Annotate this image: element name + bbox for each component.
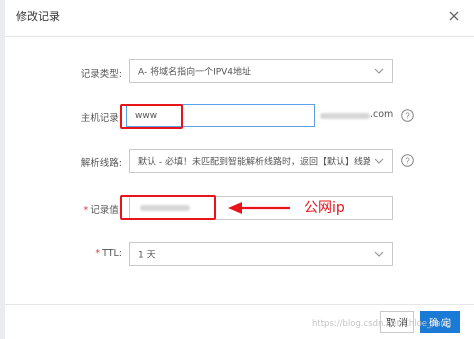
footer-divider — [5, 304, 474, 305]
required-mark: * — [95, 248, 101, 259]
arrow-left-icon — [228, 202, 290, 214]
close-icon[interactable] — [447, 9, 461, 23]
backdrop-overlay — [0, 0, 5, 339]
title-divider — [5, 36, 474, 37]
ttl-label: * TTL: — [50, 248, 122, 259]
chevron-down-icon — [374, 158, 384, 164]
line-label: 解析线路: — [80, 158, 122, 169]
host-highlight-box — [120, 104, 183, 129]
record-type-select[interactable]: A- 将域名指向一个IPV4地址 — [129, 59, 393, 83]
chevron-down-icon — [374, 68, 384, 74]
required-mark: * — [83, 205, 89, 216]
host-record-label: 主机记录: — [80, 113, 122, 124]
dialog-title: 修改记录 — [16, 10, 60, 23]
public-ip-annotation: 公网ip — [304, 200, 345, 216]
ttl-label-text: TTL: — [102, 248, 122, 259]
svg-text:?: ? — [405, 157, 410, 166]
record-type-label: 记录类型: — [80, 69, 122, 80]
record-type-value: A- 将域名指向一个IPV4地址 — [138, 67, 252, 78]
ttl-value: 1 天 — [138, 250, 156, 261]
record-value-label: * 记录值: — [50, 202, 122, 216]
domain-suffix: .com — [370, 109, 394, 120]
help-icon[interactable]: ? — [401, 154, 414, 167]
redacted-domain — [320, 113, 370, 119]
line-value: 默认 - 必填！未匹配到智能解析线路时，返回【默认】线路设... — [138, 157, 370, 168]
record-value-label-text: 记录值: — [90, 205, 122, 216]
watermark: https://blog.csdn.net/Chloe_Yang — [312, 319, 452, 329]
chevron-down-icon — [374, 251, 384, 257]
svg-text:?: ? — [405, 112, 410, 121]
record-value-highlight-box — [120, 195, 216, 220]
help-icon[interactable]: ? — [401, 109, 414, 122]
ttl-select[interactable]: 1 天 — [129, 242, 393, 266]
line-select[interactable]: 默认 - 必填！未匹配到智能解析线路时，返回【默认】线路设... — [129, 149, 393, 173]
